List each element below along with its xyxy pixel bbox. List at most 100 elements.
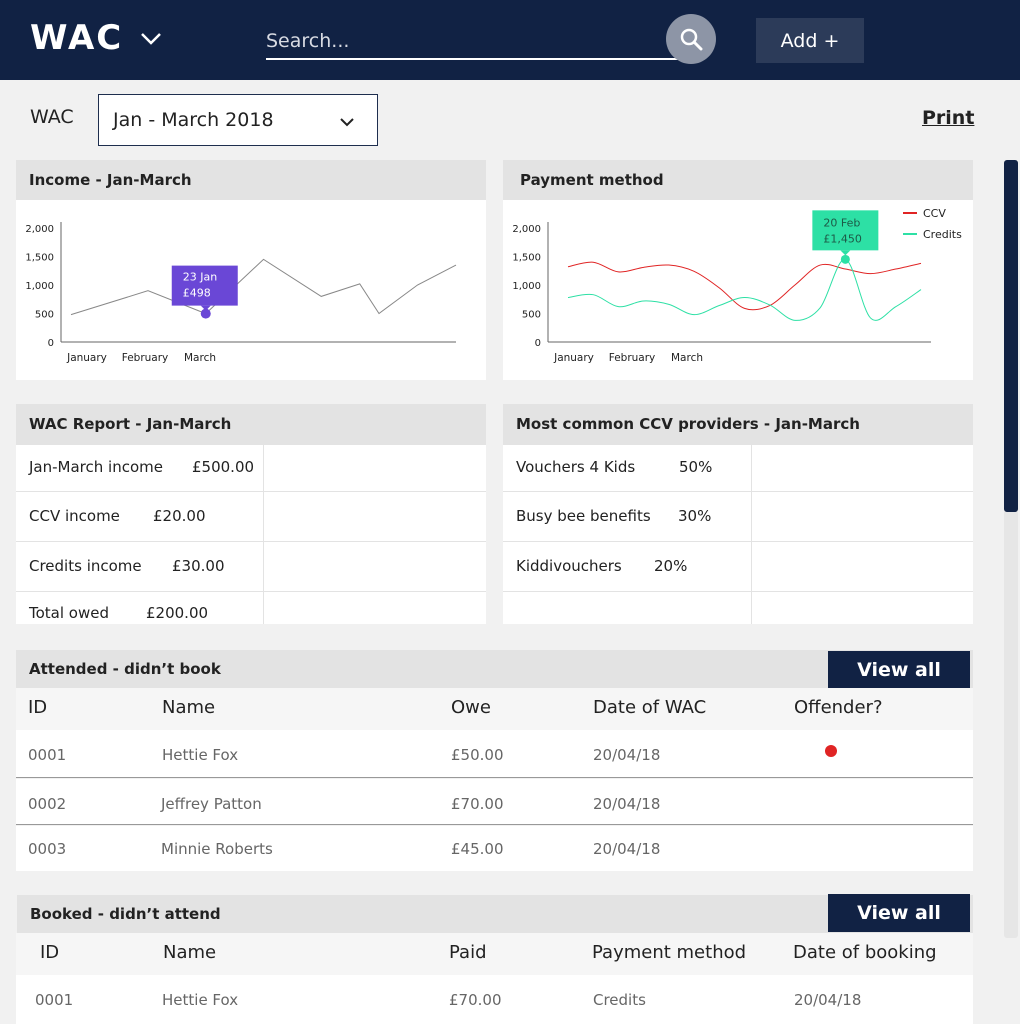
provider-name: Kiddivouchers bbox=[516, 557, 622, 575]
ccv-providers-card: Most common CCV providers - Jan-March Vo… bbox=[503, 404, 973, 624]
report-label: Total owed bbox=[29, 604, 109, 622]
report-value: £500.00 bbox=[192, 458, 255, 476]
column-header-offender[interactable]: Offender? bbox=[794, 697, 883, 718]
report-row: Jan-March income £500.00 bbox=[16, 444, 486, 491]
booked-column-header: ID Name Paid Payment method Date of book… bbox=[16, 933, 973, 975]
credits-series-line bbox=[567, 258, 922, 321]
attended-view-all-button[interactable]: View all bbox=[828, 651, 970, 689]
ccv-series-line bbox=[567, 261, 922, 311]
column-header-date[interactable]: Date of WAC bbox=[593, 697, 706, 718]
y-tick-label: 500 bbox=[522, 310, 541, 321]
cell-date: 20/04/18 bbox=[593, 795, 661, 813]
x-tick-label: March bbox=[671, 352, 703, 364]
report-label: Jan-March income bbox=[29, 458, 163, 476]
report-label: CCV income bbox=[29, 507, 120, 525]
brand-title[interactable]: WAC bbox=[30, 18, 123, 58]
payment-tooltip-value: £1,450 bbox=[823, 232, 862, 245]
search-icon bbox=[680, 28, 703, 51]
y-tick-label: 1,500 bbox=[512, 253, 541, 264]
wac-report-card: WAC Report - Jan-March Jan-March income … bbox=[16, 404, 486, 624]
y-tick-label: 1,000 bbox=[512, 281, 541, 292]
x-tick-label: February bbox=[122, 352, 169, 364]
table-row[interactable]: 0003 Minnie Roberts £45.00 20/04/18 bbox=[16, 826, 973, 871]
cell-owe: £45.00 bbox=[451, 840, 504, 858]
income-card-title: Income - Jan-March bbox=[16, 160, 486, 200]
report-row: Credits income £30.00 bbox=[16, 541, 486, 591]
booked-section-title: Booked - didn’t attend bbox=[30, 905, 221, 923]
column-header-payment-method[interactable]: Payment method bbox=[592, 942, 746, 963]
y-tick-label: 2,000 bbox=[25, 224, 54, 235]
scrollbar-thumb[interactable] bbox=[1004, 160, 1018, 512]
column-header-date-of-booking[interactable]: Date of booking bbox=[793, 942, 937, 963]
provider-share: 50% bbox=[679, 458, 713, 476]
column-header-id[interactable]: ID bbox=[28, 697, 47, 718]
column-header-name[interactable]: Name bbox=[163, 942, 216, 963]
x-tick-label: March bbox=[184, 352, 216, 364]
table-row[interactable]: 0002 Jeffrey Patton £70.00 20/04/18 bbox=[16, 779, 973, 825]
cell-name: Minnie Roberts bbox=[161, 840, 273, 858]
y-tick-label: 1,500 bbox=[25, 253, 54, 264]
column-header-name[interactable]: Name bbox=[162, 697, 215, 718]
income-tooltip-value: £498 bbox=[183, 287, 211, 300]
chevron-down-icon[interactable] bbox=[140, 30, 162, 48]
y-tick-label: 2,000 bbox=[512, 224, 541, 235]
legend-label: Credits bbox=[923, 228, 962, 241]
provider-name: Vouchers 4 Kids bbox=[516, 458, 636, 476]
booked-view-all-button[interactable]: View all bbox=[828, 894, 970, 932]
provider-name: Busy bee benefits bbox=[516, 507, 651, 525]
income-chart: 0 500 1,000 1,500 2,000 January February March 2… bbox=[25, 222, 457, 364]
ccv-providers-title: Most common CCV providers - Jan-March bbox=[503, 404, 973, 444]
legend-label: CCV bbox=[923, 207, 946, 220]
report-row: Total owed £200.00 bbox=[16, 591, 486, 624]
provider-row: Vouchers 4 Kids 50% bbox=[503, 444, 973, 491]
cell-name: Hettie Fox bbox=[162, 746, 239, 764]
provider-row-empty bbox=[503, 591, 973, 624]
provider-row: Busy bee benefits 30% bbox=[503, 491, 973, 541]
income-card: Income - Jan-March 0 500 1,000 1,500 2,000 Ja… bbox=[16, 160, 486, 380]
report-row: CCV income £20.00 bbox=[16, 491, 486, 541]
cell-name: Hettie Fox bbox=[162, 991, 239, 1009]
column-header-id[interactable]: ID bbox=[40, 942, 59, 963]
report-value: £200.00 bbox=[146, 604, 209, 622]
payment-highlight-point bbox=[840, 254, 850, 264]
period-select-value: Jan - March 2018 bbox=[113, 109, 274, 131]
search-button[interactable] bbox=[666, 14, 716, 64]
cell-paid: £70.00 bbox=[449, 991, 502, 1009]
attended-column-header: ID Name Owe Date of WAC Offender? bbox=[16, 688, 973, 730]
period-select[interactable]: Jan - March 2018 bbox=[98, 94, 378, 146]
top-bar: WAC Add + bbox=[0, 0, 1020, 80]
cell-id: 0003 bbox=[28, 840, 67, 858]
chevron-down-icon bbox=[340, 118, 354, 127]
table-row[interactable]: 0001 Hettie Fox £70.00 Credits 20/04/18 bbox=[16, 975, 973, 1024]
y-tick-label: 0 bbox=[48, 338, 54, 349]
income-tooltip-date: 23 Jan bbox=[183, 271, 217, 284]
x-tick-label: February bbox=[609, 352, 656, 364]
cell-payment-method: Credits bbox=[593, 991, 646, 1009]
provider-share: 20% bbox=[654, 557, 688, 575]
report-label: Credits income bbox=[29, 557, 142, 575]
x-tick-label: January bbox=[66, 352, 107, 364]
y-tick-label: 500 bbox=[35, 310, 54, 321]
cell-id: 0002 bbox=[28, 795, 67, 813]
column-header-paid[interactable]: Paid bbox=[449, 942, 487, 963]
payment-tooltip-date: 20 Feb bbox=[823, 216, 860, 229]
offender-dot-icon bbox=[825, 745, 837, 757]
wac-report-title: WAC Report - Jan-March bbox=[16, 404, 486, 444]
cell-name: Jeffrey Patton bbox=[161, 795, 262, 813]
payment-card-title: Payment method bbox=[503, 160, 973, 200]
payment-method-card: Payment method 0 500 1,000 1,500 2,000 Januar… bbox=[503, 160, 973, 380]
payment-method-chart: 0 500 1,000 1,500 2,000 January February March C… bbox=[512, 207, 962, 364]
report-value: £20.00 bbox=[153, 507, 206, 525]
report-value: £30.00 bbox=[172, 557, 225, 575]
print-link[interactable]: Print bbox=[922, 107, 974, 129]
add-button[interactable]: Add + bbox=[756, 18, 864, 63]
provider-row: Kiddivouchers 20% bbox=[503, 541, 973, 591]
search-input[interactable] bbox=[266, 26, 666, 56]
search-field[interactable] bbox=[266, 22, 682, 60]
filter-label: WAC bbox=[30, 106, 74, 128]
cell-id: 0001 bbox=[28, 746, 67, 764]
table-row[interactable]: 0001 Hettie Fox £50.00 20/04/18 bbox=[16, 730, 973, 778]
x-tick-label: January bbox=[553, 352, 594, 364]
y-tick-label: 0 bbox=[535, 338, 541, 349]
column-header-owe[interactable]: Owe bbox=[451, 697, 491, 718]
